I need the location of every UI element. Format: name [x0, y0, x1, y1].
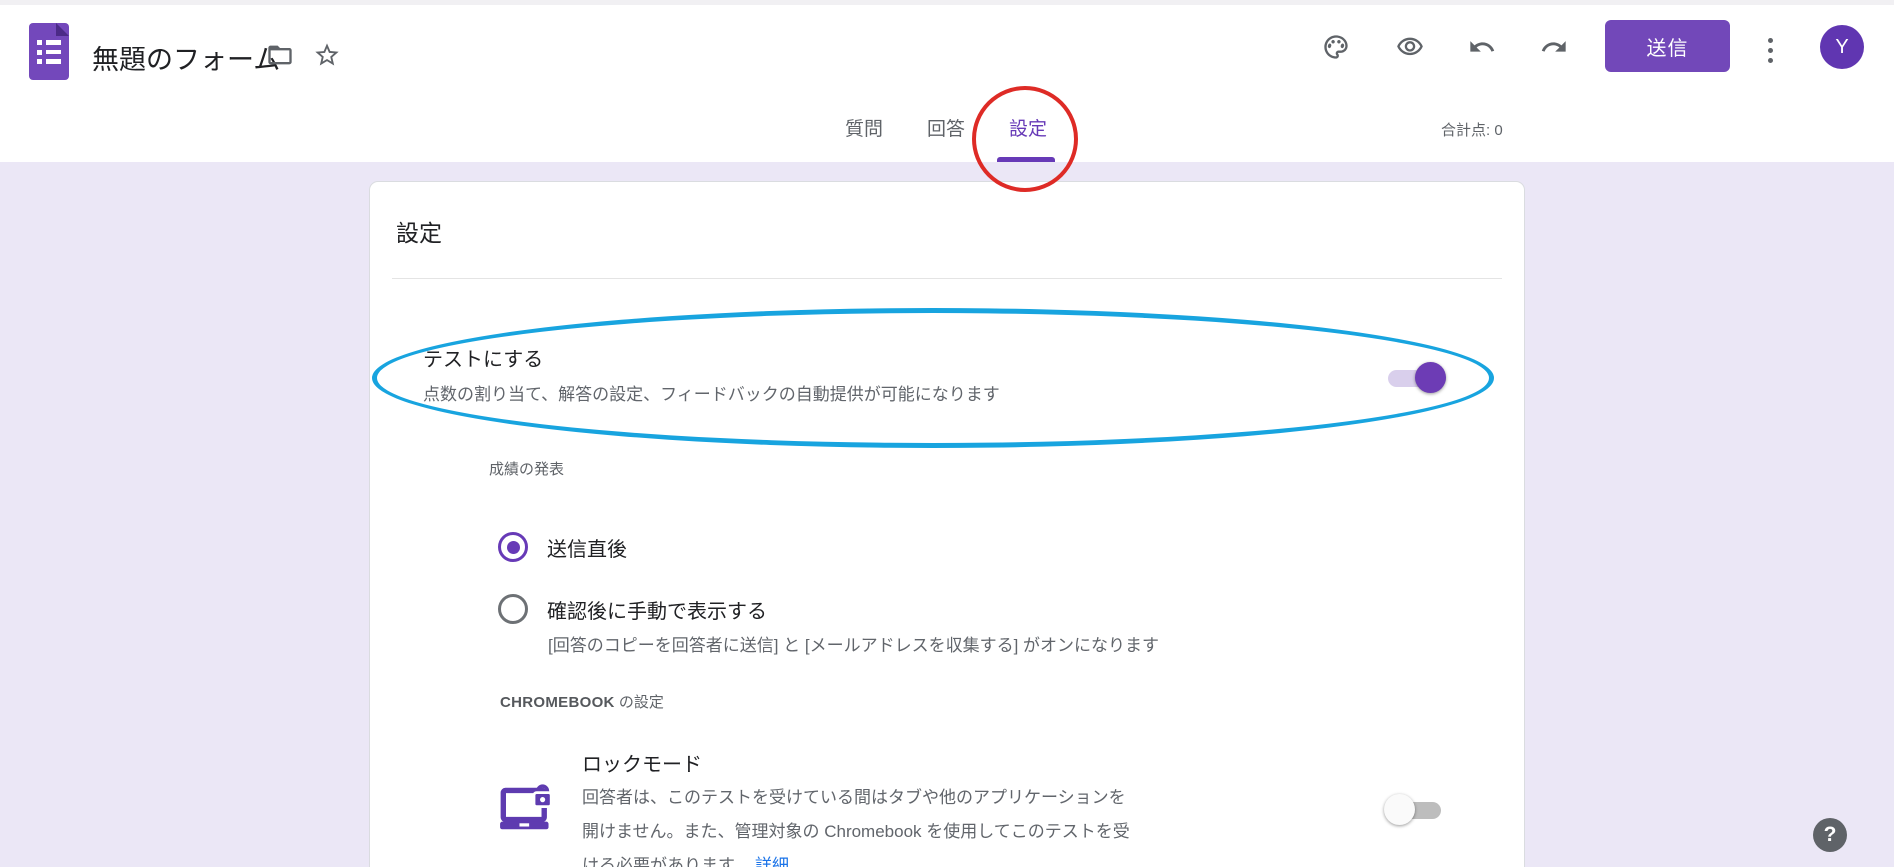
redo-icon[interactable] [1540, 33, 1568, 61]
chromebook-settings-label: CHROMEBOOK の設定 [500, 691, 664, 712]
header: 無題のフォーム 送信 Y 質問 回答 設定 合計点: 0 [0, 0, 1894, 162]
theme-palette-icon[interactable] [1322, 33, 1350, 61]
undo-icon[interactable] [1468, 33, 1496, 61]
locked-mode-toggle-off[interactable] [1384, 794, 1444, 826]
locked-mode-description-line1: 回答者は、このテストを受けている間はタブや他のアプリケーションを [582, 781, 1130, 815]
logo-fold [56, 23, 69, 36]
quiz-toggle-on[interactable] [1388, 362, 1448, 394]
settings-card-title: 設定 [396, 214, 442, 248]
forms-logo-icon[interactable] [29, 23, 69, 80]
locked-mode-laptop-lock-icon [499, 784, 555, 834]
move-folder-icon[interactable] [266, 41, 294, 69]
grades-release-label: 成績の発表 [489, 458, 564, 479]
send-button[interactable]: 送信 [1605, 20, 1730, 72]
star-icon[interactable] [313, 41, 341, 69]
divider [392, 278, 1502, 279]
tab-bar: 質問 回答 設定 [845, 114, 1047, 141]
toggle-thumb [1384, 794, 1415, 825]
settings-card: 設定 テストにする 点数の割り当て、解答の設定、フィードバックの自動提供が可能に… [369, 181, 1525, 867]
quiz-setting-title: テストにする [423, 343, 543, 372]
google-forms-settings-page: 無題のフォーム 送信 Y 質問 回答 設定 合計点: 0 設 [0, 0, 1894, 867]
radio-option-immediately[interactable]: 送信直後 [498, 532, 627, 562]
locked-mode-description-line2: 開けません。また、管理対象の Chromebook を使用してこのテストを受 [582, 815, 1130, 849]
tab-questions[interactable]: 質問 [845, 114, 883, 141]
locked-mode-title: ロックモード [582, 748, 702, 777]
tab-settings[interactable]: 設定 [1009, 114, 1047, 141]
locked-mode-description: 回答者は、このテストを受けている間はタブや他のアプリケーションを 開けません。ま… [582, 781, 1130, 867]
blue-ellipse-annotation [372, 308, 1494, 448]
total-points-label: 合計点: 0 [1441, 119, 1503, 140]
toggle-thumb [1415, 362, 1446, 393]
tab-responses[interactable]: 回答 [927, 114, 965, 141]
radio-selected-icon[interactable] [498, 532, 528, 562]
account-avatar[interactable]: Y [1820, 25, 1864, 69]
form-title-input[interactable]: 無題のフォーム [92, 38, 280, 77]
radio-option-manual-review[interactable]: 確認後に手動で表示する [498, 594, 767, 624]
quiz-setting-description: 点数の割り当て、解答の設定、フィードバックの自動提供が可能になります [423, 380, 1000, 405]
active-tab-underline [997, 157, 1055, 162]
more-options-icon[interactable] [1762, 30, 1778, 70]
logo-list-lines [37, 40, 61, 69]
help-icon[interactable]: ? [1813, 818, 1847, 852]
radio-option-description: [回答のコピーを回答者に送信] と [メールアドレスを収集する] がオンになりま… [548, 631, 1159, 656]
preview-eye-icon[interactable] [1396, 33, 1424, 61]
window-top-edge [0, 0, 1894, 5]
radio-unselected-icon[interactable] [498, 594, 528, 624]
locked-mode-description-line3: ける必要があります。 詳細 [582, 849, 1130, 867]
details-link[interactable]: 詳細 [755, 856, 789, 867]
radio-option-label: 確認後に手動で表示する [547, 595, 767, 624]
radio-option-label: 送信直後 [547, 533, 627, 562]
